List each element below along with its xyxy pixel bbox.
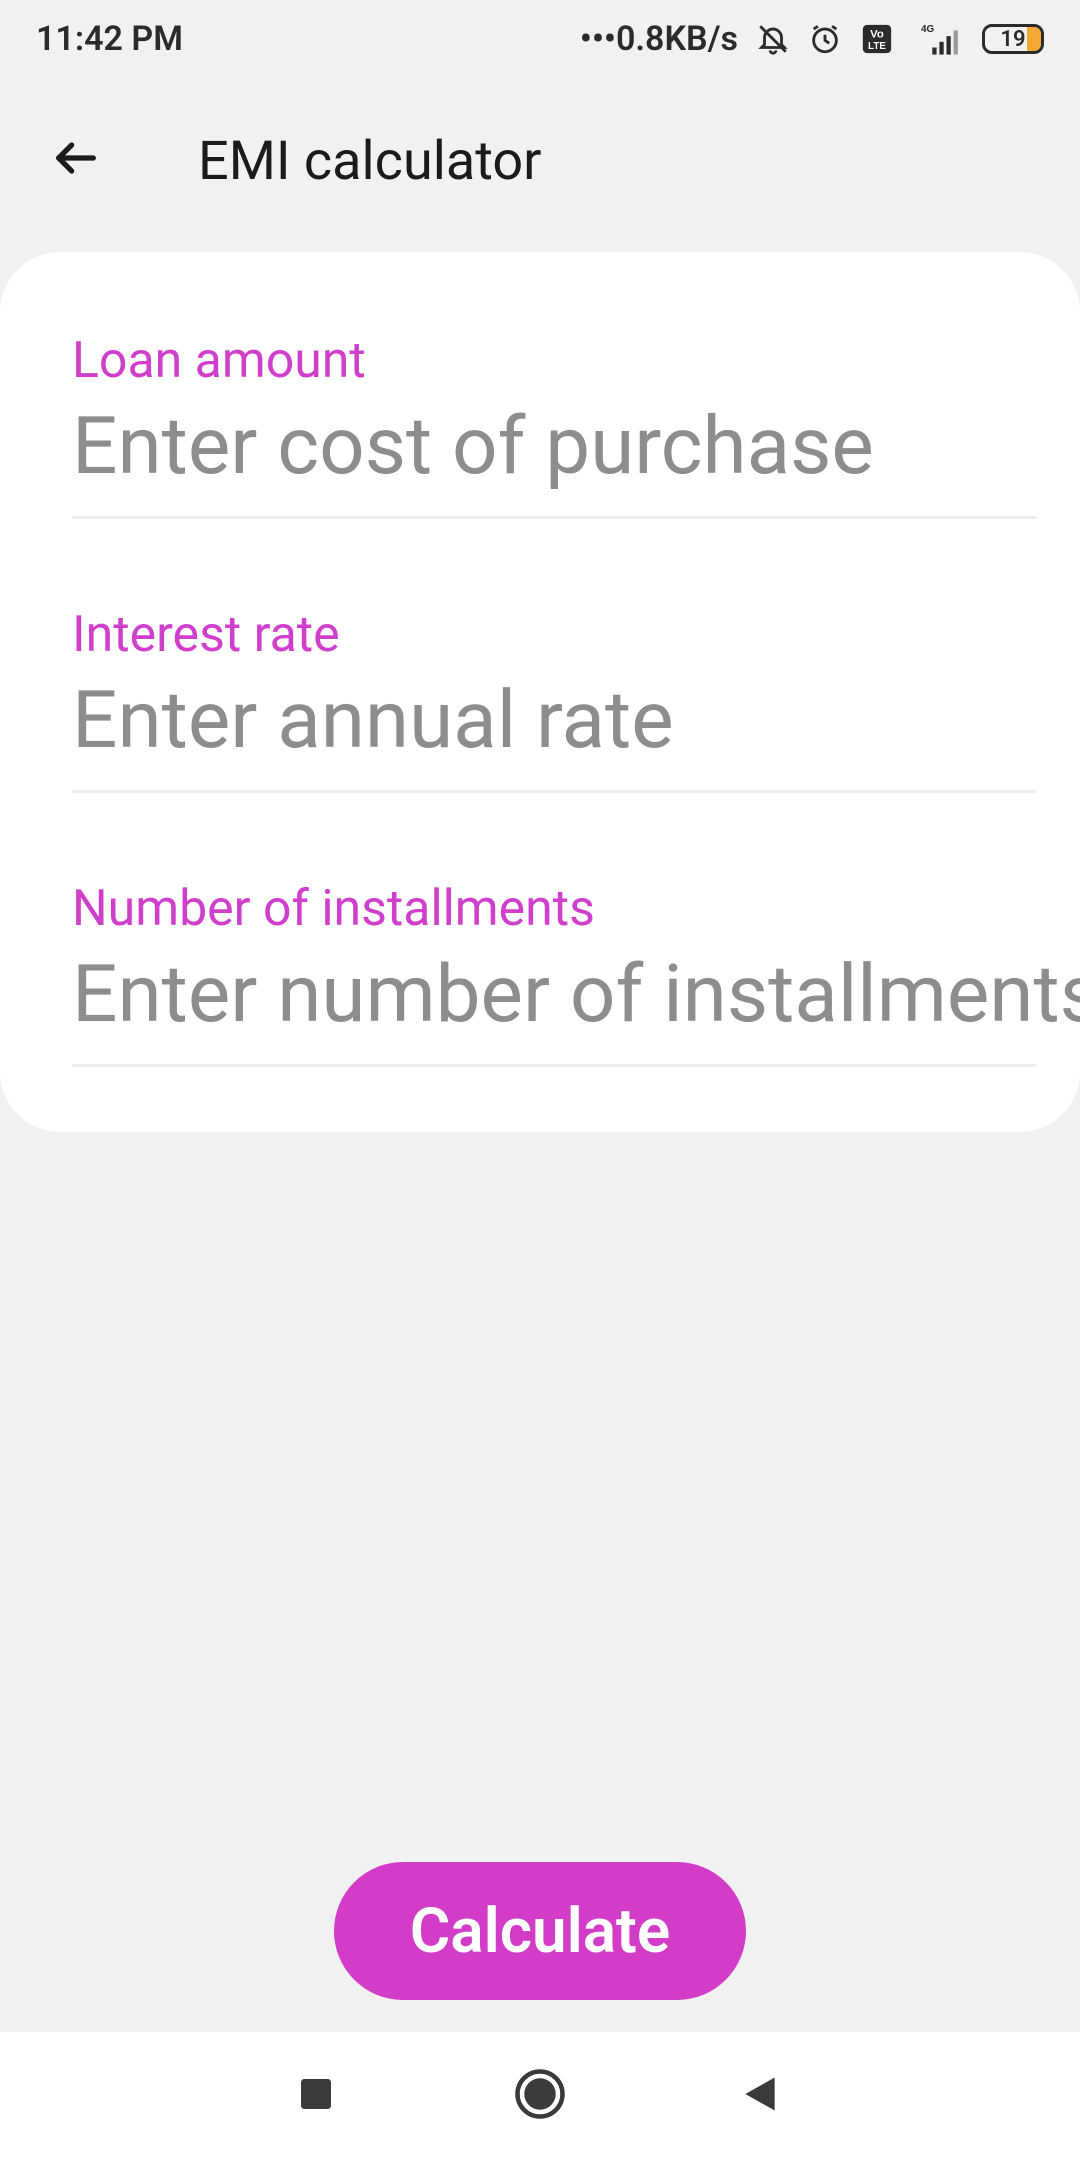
svg-text:Vo: Vo: [870, 29, 884, 41]
recents-square-icon: [296, 2074, 336, 2118]
network-type-label: 4G: [921, 24, 935, 35]
interest-rate-label: Interest rate: [72, 606, 340, 664]
battery-icon: 19: [982, 24, 1044, 54]
calculate-button[interactable]: Calculate: [334, 1862, 746, 2000]
arrow-left-icon: [50, 132, 102, 188]
interest-rate-underline: [72, 790, 1036, 793]
loan-amount-input[interactable]: [72, 396, 1080, 496]
network-speed: •••0.8KB/s: [579, 19, 738, 59]
back-nav-button[interactable]: [720, 2056, 800, 2136]
page-title: EMI calculator: [198, 130, 542, 193]
status-icons: •••0.8KB/s Vo LTE 4G 19: [580, 19, 1044, 59]
alarm-icon: [808, 22, 842, 56]
loan-amount-underline: [72, 516, 1036, 519]
back-triangle-icon: [738, 2072, 782, 2120]
system-nav-bar: [0, 2032, 1080, 2160]
emi-form-card: Loan amount Interest rate Number of inst…: [0, 252, 1080, 1132]
recents-button[interactable]: [276, 2056, 356, 2136]
app-bar: EMI calculator: [0, 100, 1080, 232]
loan-amount-label: Loan amount: [72, 332, 366, 390]
volte-icon: Vo LTE: [860, 22, 894, 56]
installments-underline: [72, 1064, 1036, 1067]
home-button[interactable]: [500, 2056, 580, 2136]
back-button[interactable]: [36, 120, 116, 200]
home-circle-icon: [513, 2067, 567, 2125]
status-time: 11:42 PM: [36, 19, 183, 59]
signal-icon: 4G: [912, 22, 964, 56]
installments-label: Number of installments: [72, 880, 595, 938]
installments-input[interactable]: [72, 944, 1080, 1044]
interest-rate-input[interactable]: [72, 670, 1080, 770]
battery-level: 19: [1000, 26, 1026, 52]
status-bar: 11:42 PM •••0.8KB/s Vo LTE 4G 19: [0, 0, 1080, 78]
mute-bell-icon: [756, 22, 790, 56]
svg-text:LTE: LTE: [868, 41, 886, 52]
